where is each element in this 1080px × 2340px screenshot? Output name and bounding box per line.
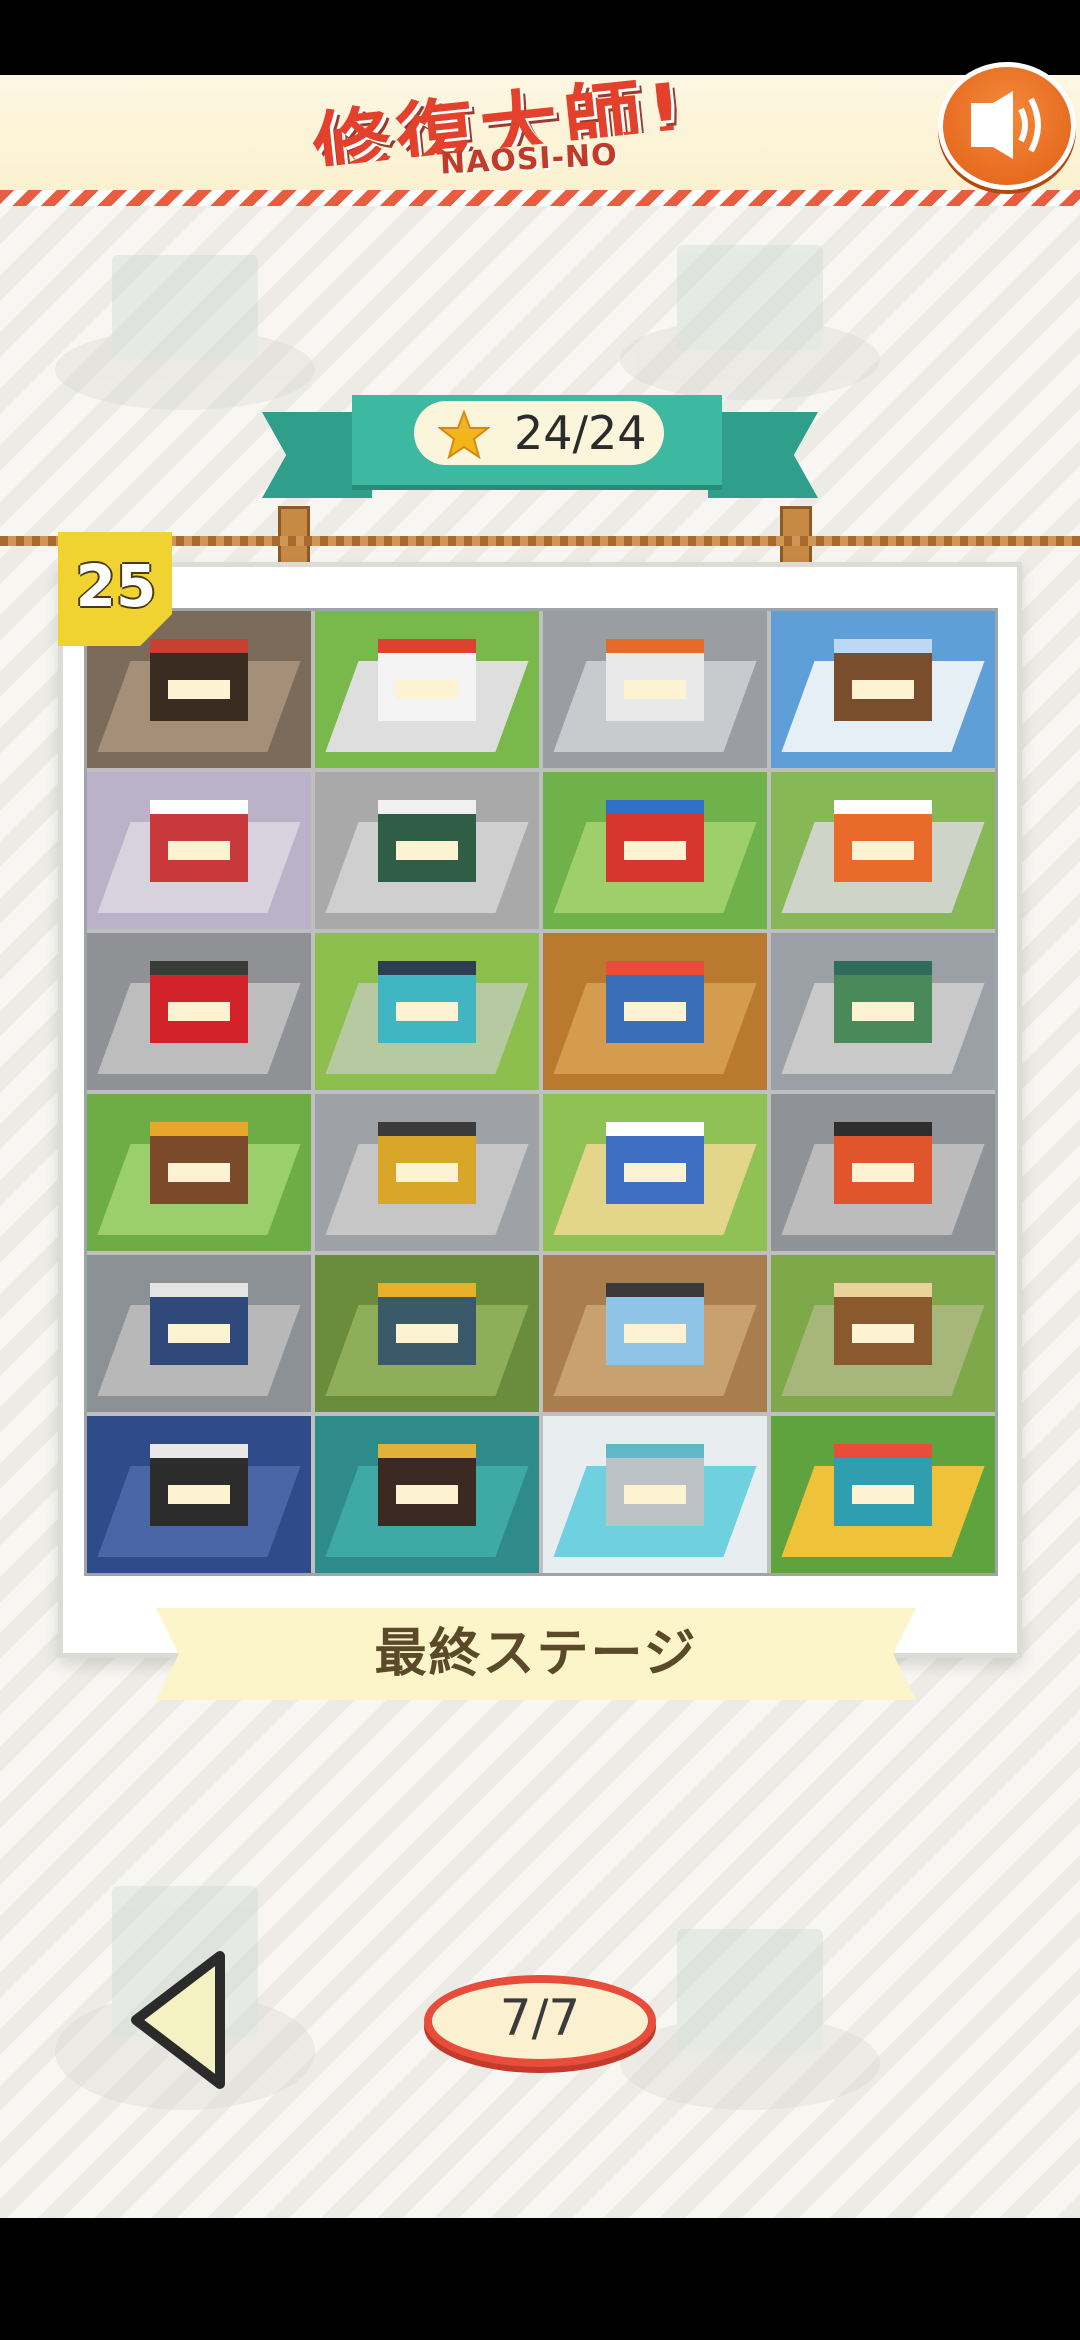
stage-tile-power-station[interactable] bbox=[315, 933, 539, 1090]
bg-stage-ghost bbox=[620, 220, 880, 400]
stage-tile-aquarium[interactable] bbox=[543, 1416, 767, 1573]
navigation-bar bbox=[0, 2218, 1080, 2340]
stage-title: 最終ステージ bbox=[374, 1624, 698, 1684]
stage-tile-circus[interactable] bbox=[543, 772, 767, 929]
stage-tile-flower-shop[interactable] bbox=[315, 772, 539, 929]
page-indicator-label: 7/7 bbox=[499, 1989, 581, 2047]
stage-tile-music-shop[interactable] bbox=[315, 1416, 539, 1573]
stage-tile-dairy-farm[interactable] bbox=[543, 1094, 767, 1251]
stage-tile-cinema[interactable] bbox=[87, 1416, 311, 1573]
stage-tile-winter-house[interactable] bbox=[771, 611, 995, 768]
speaker-icon bbox=[971, 91, 1041, 159]
star-icon bbox=[438, 410, 490, 460]
stage-tile-police-station[interactable] bbox=[87, 1255, 311, 1412]
stage-tile-gas-station[interactable] bbox=[543, 611, 767, 768]
bg-stage-ghost bbox=[55, 230, 315, 410]
stage-tile-farm-barn[interactable] bbox=[87, 1094, 311, 1251]
stage-tile-bakery[interactable] bbox=[771, 1094, 995, 1251]
triangle-left-icon bbox=[131, 1951, 225, 2089]
stage-tile-bank[interactable] bbox=[543, 1255, 767, 1412]
stage-tile-toy-factory[interactable] bbox=[771, 1416, 995, 1573]
stage-number: 25 bbox=[75, 552, 157, 620]
stage-tile-market[interactable] bbox=[543, 933, 767, 1090]
star-count: 24/24 bbox=[514, 406, 647, 460]
stage-tile-sushi-bar[interactable] bbox=[771, 1255, 995, 1412]
stage-tile-post-office[interactable] bbox=[87, 933, 311, 1090]
stage-tile-food-stall[interactable] bbox=[771, 933, 995, 1090]
sound-button[interactable] bbox=[938, 62, 1076, 190]
bg-stage-ghost bbox=[620, 1900, 880, 2110]
stage-tile-burger-shop[interactable] bbox=[315, 611, 539, 768]
stage-tile-convenience-store[interactable] bbox=[771, 772, 995, 929]
back-button[interactable] bbox=[130, 1950, 230, 2090]
header-stripe bbox=[0, 190, 1080, 206]
stage-grid[interactable] bbox=[84, 608, 998, 1576]
stage-tile-ramen-shop[interactable] bbox=[315, 1094, 539, 1251]
stage-tile-hot-spring[interactable] bbox=[315, 1255, 539, 1412]
stage-tile-arcade[interactable] bbox=[87, 772, 311, 929]
